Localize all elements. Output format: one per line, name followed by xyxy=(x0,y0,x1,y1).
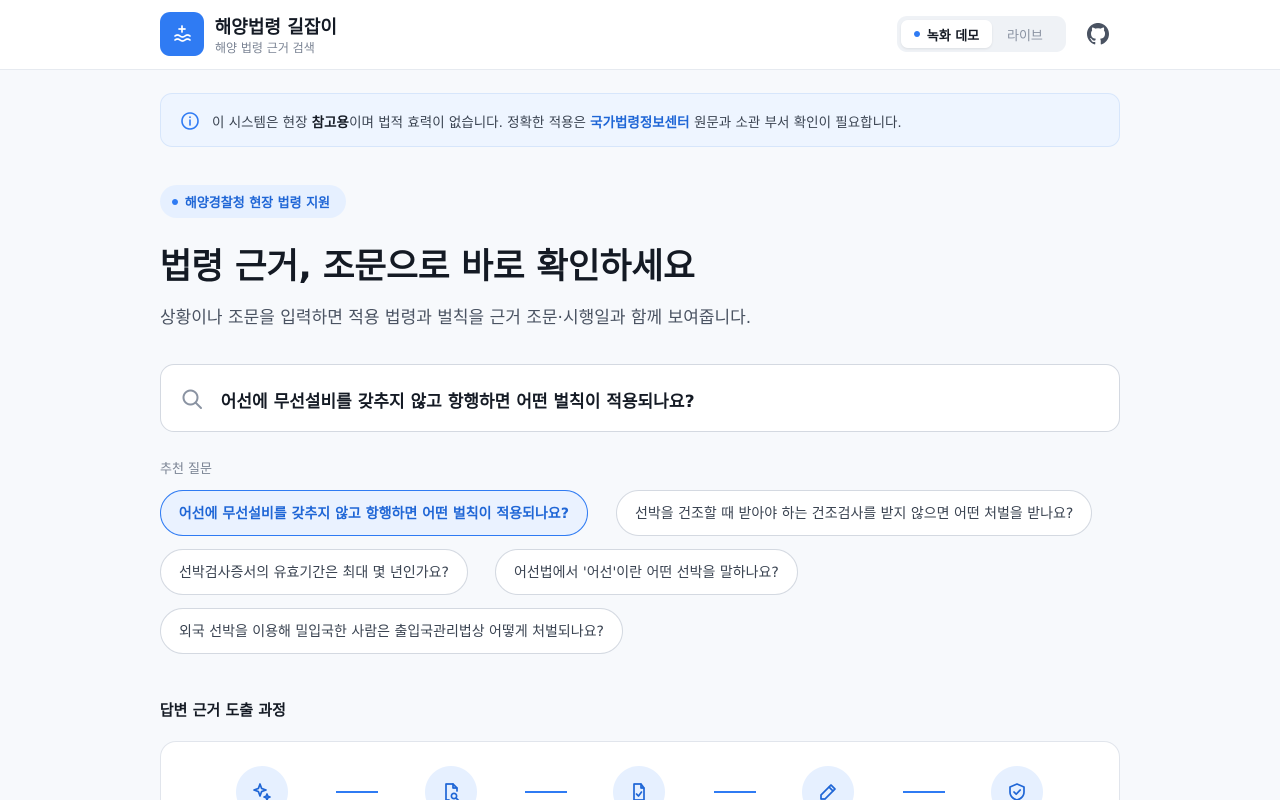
pencil-icon xyxy=(820,784,836,800)
step-search xyxy=(425,766,477,800)
step-verify xyxy=(613,766,665,800)
mode-toggle: 녹화 데모 라이브 xyxy=(897,16,1066,52)
step-connector xyxy=(714,791,756,793)
step-review xyxy=(991,766,1043,800)
document-check-icon xyxy=(633,783,645,800)
app-title: 해양법령 길잡이 xyxy=(215,17,338,38)
sparkle-icon xyxy=(253,783,271,800)
search-box[interactable] xyxy=(160,364,1120,432)
top-bar: 해양법령 길잡이 해양 법령 근거 검색 녹화 데모 라이브 xyxy=(0,0,1280,70)
badge-dot-icon xyxy=(172,198,178,205)
suggestion-chip[interactable]: 어선에 무선설비를 갖추지 않고 항행하면 어떤 벌칙이 적용되나요? xyxy=(160,490,588,536)
document-search-icon xyxy=(445,783,460,800)
step-connector xyxy=(336,791,378,793)
shield-check-icon xyxy=(1009,783,1025,800)
context-badge: 해양경찰청 현장 법령 지원 xyxy=(160,185,346,218)
context-badge-label: 해양경찰청 현장 법령 지원 xyxy=(185,196,331,211)
mode-live-button[interactable]: 라이브 xyxy=(1007,20,1043,48)
reference-only-emphasis: 참고용 xyxy=(311,115,350,131)
active-dot-icon xyxy=(914,31,920,37)
disclaimer-text: 이 시스템은 현장 참고용이며 법적 효력이 없습니다. 정확한 적용은 국가법… xyxy=(212,115,902,131)
suggestion-chip[interactable]: 외국 선박을 이용해 밀입국한 사람은 출입국관리법상 어떻게 처벌되나요? xyxy=(160,608,623,654)
disclaimer-banner: 이 시스템은 현장 참고용이며 법적 효력이 없습니다. 정확한 적용은 국가법… xyxy=(160,93,1120,147)
suggestion-chip[interactable]: 선박검사증서의 유효기간은 최대 몇 년인가요? xyxy=(160,549,468,595)
step-connector xyxy=(903,791,945,793)
mode-demo-label: 녹화 데모 xyxy=(927,28,980,44)
info-icon xyxy=(181,112,199,130)
law-center-link[interactable]: 국가법령정보센터 xyxy=(590,115,689,131)
step-compose xyxy=(802,766,854,800)
step-connector xyxy=(525,791,567,793)
app-subtitle: 해양 법령 근거 검색 xyxy=(215,41,315,55)
process-section-title: 답변 근거 도출 과정 xyxy=(160,701,287,719)
search-input[interactable] xyxy=(221,383,1101,415)
logo[interactable] xyxy=(160,12,204,56)
mode-demo-button[interactable]: 녹화 데모 xyxy=(901,20,992,48)
step-analyze xyxy=(236,766,288,800)
page-title: 법령 근거, 조문으로 바로 확인하세요 xyxy=(160,247,696,287)
page-description: 상황이나 조문을 입력하면 적용 법령과 벌칙을 근거 조문·시행일과 함께 보… xyxy=(160,308,752,328)
github-icon[interactable] xyxy=(1087,23,1109,45)
suggestion-chip[interactable]: 선박을 건조할 때 받아야 하는 건조검사를 받지 않으면 어떤 처벌을 받나요… xyxy=(616,490,1093,536)
search-icon xyxy=(182,389,202,409)
waves-sparkle-icon xyxy=(174,25,191,42)
process-steps-card xyxy=(160,741,1120,800)
suggestion-chip[interactable]: 어선법에서 '어선'이란 어떤 선박을 말하나요? xyxy=(495,549,798,595)
suggestions-label: 추천 질문 xyxy=(160,462,212,477)
